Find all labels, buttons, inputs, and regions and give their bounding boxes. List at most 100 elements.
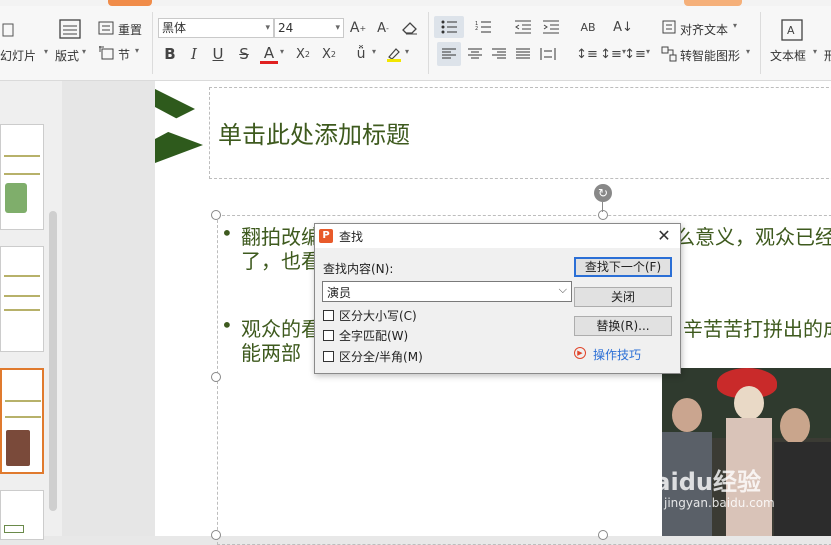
resize-handle[interactable] [211,372,221,382]
resize-handle[interactable] [598,210,608,220]
slide-thumbnail[interactable] [0,490,44,540]
font-size-select[interactable]: 24 ▾ [274,18,344,38]
bullet2-line1-right: 辛苦苦打拼出的成 [683,317,831,341]
slide-thumbnail-selected[interactable] [0,368,44,474]
chevron-down-icon[interactable]: ▾ [372,47,376,56]
new-slide-icon[interactable] [0,20,16,40]
paragraph-settings-icon[interactable]: ↕≡ [624,42,646,66]
convert-smartart-button[interactable]: 转智能图形 [680,47,740,64]
shapes-button[interactable]: 形 [824,47,831,64]
separator [152,12,153,74]
close-button[interactable]: 关闭 [574,287,672,307]
strikethrough-icon[interactable]: S [235,44,253,64]
bullet-dot: • [221,221,233,245]
paragraph-spacing-icon[interactable]: ↕≡ [600,42,622,66]
app-logo-icon: P [319,229,333,243]
find-input[interactable]: 演员 ⌵ [322,281,572,302]
textbox-icon[interactable]: A [779,17,805,43]
italic-icon[interactable]: I [185,44,203,64]
align-right-icon[interactable] [488,42,510,66]
increase-indent-icon[interactable] [540,16,562,38]
chevron-down-icon[interactable]: ▾ [280,47,284,56]
close-icon[interactable]: ✕ [653,225,675,247]
slide-thumbnail[interactable] [0,124,44,230]
match-width-checkbox[interactable]: 区分全/半角(M) [323,348,423,365]
watermark-brand: Baidu经验 [636,468,761,496]
whole-word-checkbox[interactable]: 全字匹配(W) [323,327,408,344]
find-next-button[interactable]: 查找下一个(F) [574,257,672,277]
tips-link[interactable]: 操作技巧 [593,346,641,363]
underline-icon[interactable]: U [209,44,227,64]
resize-handle[interactable] [598,530,608,540]
bullet-dot: • [221,313,233,337]
line-spacing-icon[interactable]: ↕≡ [576,42,598,66]
align-text-icon[interactable] [660,18,678,36]
layout-button[interactable]: 版式 [55,47,79,64]
tab-highlight[interactable] [684,0,742,6]
font-color-icon[interactable]: A [260,44,278,64]
active-tab[interactable] [108,0,152,6]
resize-handle[interactable] [211,530,221,540]
font-size-value: 24 [278,21,294,35]
smartart-icon[interactable] [660,45,678,63]
separator [760,12,761,74]
whole-word-label: 全字匹配(W) [339,329,409,343]
reset-icon[interactable] [98,20,114,36]
chevron-down-icon: ▾ [265,23,270,33]
textbox-button[interactable]: 文本框 [770,47,806,64]
title-placeholder-text[interactable]: 单击此处添加标题 [218,115,410,150]
chevron-down-icon[interactable]: ▾ [44,47,48,56]
replace-button[interactable]: 替换(R)... [574,316,672,336]
distribute-icon[interactable] [537,42,559,66]
align-text-button[interactable]: 对齐文本 [680,21,728,38]
superscript-icon[interactable]: X2 [292,44,314,64]
increase-font-icon[interactable]: A + [349,18,367,38]
match-case-checkbox[interactable]: 区分大小写(C) [323,307,417,324]
chevron-down-icon[interactable]: ▾ [733,21,737,30]
find-input-value: 演员 [327,286,352,300]
chevron-down-icon[interactable]: ▾ [813,47,817,56]
numbering-icon[interactable]: 12 [470,16,496,38]
thumbnails-scrollbar[interactable] [49,211,57,511]
rotate-handle-icon[interactable]: ↻ [594,184,612,202]
chevron-down-icon[interactable]: ▾ [82,47,86,56]
resize-handle[interactable] [211,210,221,220]
watermark-url: jingyan.baidu.com [664,496,775,510]
dialog-titlebar[interactable] [315,224,680,248]
rotate-handle-stem [602,202,603,212]
text-direction-icon[interactable]: AB [577,16,599,38]
slide-photo[interactable] [662,368,831,536]
justify-icon[interactable] [512,42,534,66]
find-dialog: P 查找 ✕ 查找内容(N): 演员 ⌵ 区分大小写(C) 全字匹配(W) 区分… [314,223,681,374]
chevron-down-icon[interactable]: ▾ [135,46,139,55]
align-left-icon[interactable] [437,42,461,66]
subscript-icon[interactable]: X2 [318,44,340,64]
ribbon-toolbar: 幻灯片 ▾ 版式 ▾ 重置 节 ▾ 黑体 ▾ 24 ▾ A + A- B I U … [0,0,831,81]
new-slide-label[interactable]: 幻灯片 [0,47,36,64]
section-icon[interactable] [98,45,114,61]
clear-format-icon[interactable] [400,18,420,38]
match-case-label: 区分大小写(C) [339,309,417,323]
section-button[interactable]: 节 [118,46,130,63]
bullets-icon[interactable] [434,16,464,38]
font-name-select[interactable]: 黑体 ▾ [158,18,274,38]
highlight-icon[interactable] [384,44,404,64]
align-center-icon[interactable] [464,42,486,66]
workspace-gutter [62,81,155,536]
play-tips-icon[interactable]: ▶ [574,347,586,359]
decrease-indent-icon[interactable] [512,16,534,38]
layout-icon[interactable] [58,17,82,41]
bullet1-line1-right: 么意义，观众已经 [675,225,831,249]
chevron-down-icon[interactable]: ⌵ [559,283,567,297]
phonetic-icon[interactable]: ǚ [350,44,372,64]
sort-icon[interactable]: A↓ [612,16,634,38]
chevron-down-icon[interactable]: ▾ [746,47,750,56]
decrease-font-icon[interactable]: A- [374,18,392,38]
chevron-down-icon[interactable]: ▾ [646,47,650,56]
chevron-down-icon[interactable]: ▾ [405,47,409,56]
find-label: 查找内容(N): [323,262,394,276]
bullet1-line2: 了，也看 [241,249,321,273]
reset-button[interactable]: 重置 [118,21,142,38]
bold-icon[interactable]: B [161,44,179,64]
slide-thumbnail[interactable] [0,246,44,352]
